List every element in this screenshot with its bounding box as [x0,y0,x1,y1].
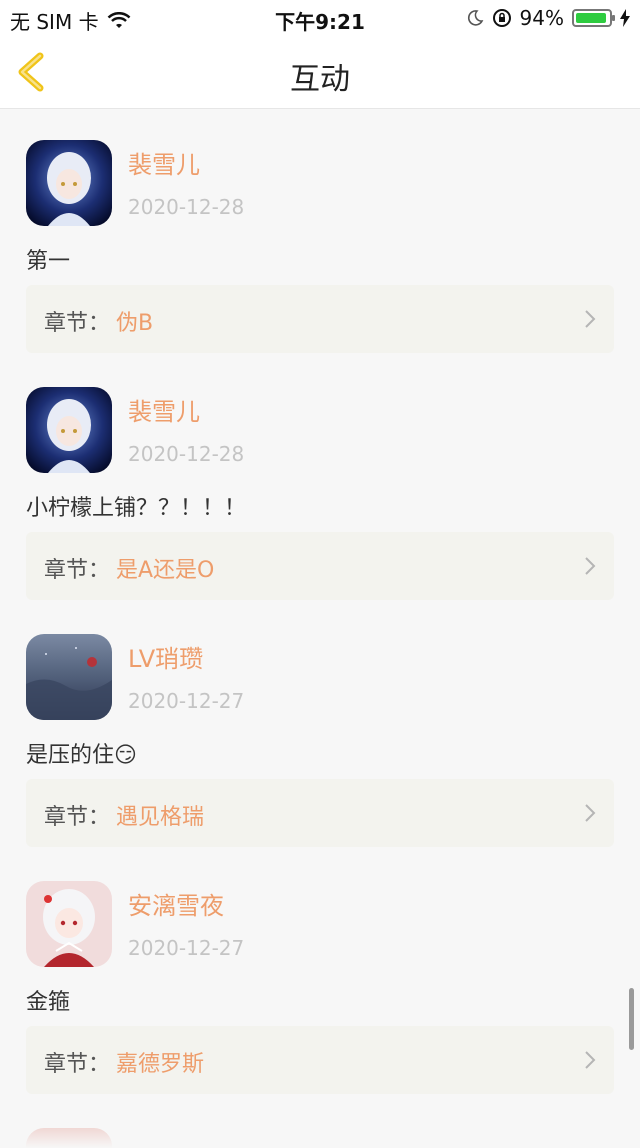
chapter-prefix: 章节： [44,311,111,336]
comment-date: 2020-12-27 [128,936,245,960]
comment-item: 安漓雪夜 2020-12-27 金箍 章节： 嘉德罗斯 [0,850,640,1097]
battery-icon [572,9,615,27]
comment-text: 是压的住😏 [26,743,137,768]
battery-percent: 94% [519,6,564,30]
commenter-name[interactable]: LV琑瓒 [128,639,203,674]
nav-bar: 互动 [0,36,640,109]
next-avatar-partial [26,1128,112,1148]
avatar[interactable] [26,881,112,967]
chevron-right-icon [585,804,596,822]
charging-icon [620,9,630,27]
comment-text: 小柠檬上铺？？！！！ [26,496,247,521]
chevron-right-icon [585,1051,596,1069]
chapter-link[interactable]: 章节： 嘉德罗斯 [26,1026,614,1094]
chapter-name: 伪B [116,311,154,336]
page-title: 互动 [290,62,350,97]
rotation-lock-icon [492,9,511,27]
chapter-prefix: 章节： [44,558,111,583]
status-right: 94% [466,6,630,30]
chapter-prefix: 章节： [44,1052,111,1077]
comment-date: 2020-12-28 [128,442,245,466]
avatar[interactable] [26,387,112,473]
scrollbar[interactable] [629,988,634,1050]
comment-text: 金箍 [26,990,71,1015]
chapter-name: 嘉德罗斯 [116,1052,205,1077]
chapter-name: 遇见格瑞 [116,805,205,830]
commenter-name[interactable]: 安漓雪夜 [128,886,224,921]
comment-text: 第一 [26,249,71,274]
chapter-prefix: 章节： [44,805,111,830]
comment-date: 2020-12-27 [128,689,245,713]
commenter-name[interactable]: 裴雪儿 [128,145,200,180]
comment-item: 裴雪儿 2020-12-28 第一 章节： 伪B [0,109,640,356]
chevron-right-icon [585,310,596,328]
chapter-link[interactable]: 章节： 伪B [26,285,614,353]
avatar[interactable] [26,140,112,226]
comment-item: LV琑瓒 2020-12-27 是压的住😏 章节： 遇见格瑞 [0,603,640,850]
comment-date: 2020-12-28 [128,195,245,219]
moon-icon [467,10,483,26]
status-bar: 无 SIM 卡 下午9:21 94% [0,0,640,36]
avatar[interactable] [26,634,112,720]
chapter-link[interactable]: 章节： 是A还是O [26,532,614,600]
chapter-name: 是A还是O [116,558,215,583]
chevron-right-icon [585,557,596,575]
chapter-link[interactable]: 章节： 遇见格瑞 [26,779,614,847]
comment-item: 裴雪儿 2020-12-28 小柠檬上铺？？！！！ 章节： 是A还是O [0,356,640,603]
comment-list: 裴雪儿 2020-12-28 第一 章节： 伪B 裴雪儿 2020-12-28 … [0,109,640,1097]
commenter-name[interactable]: 裴雪儿 [128,392,200,427]
